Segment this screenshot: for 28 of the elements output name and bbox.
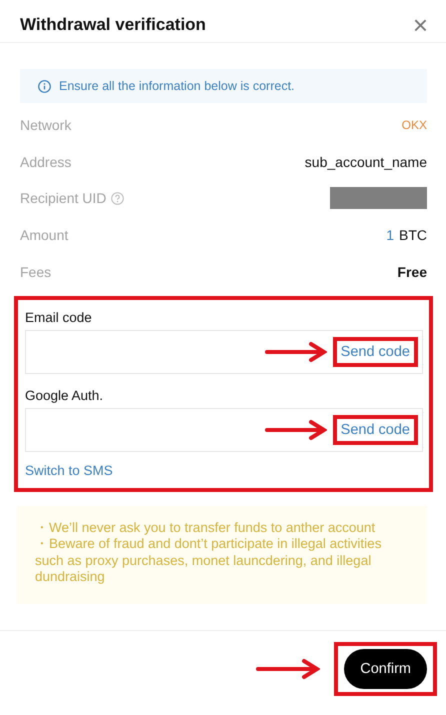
- detail-value: sub_account_name: [304, 154, 427, 170]
- detail-label: Address: [20, 154, 72, 170]
- detail-label: Recipient UID: [20, 190, 106, 206]
- close-button[interactable]: ×: [412, 12, 428, 38]
- field-label: Email code: [25, 310, 93, 325]
- amount-value: 1: [386, 227, 394, 244]
- detail-label: Amount: [20, 227, 68, 244]
- arrow-icon: [264, 418, 327, 441]
- warning-text: ・We’ll never ask you to transfer funds to anther account: [35, 520, 376, 536]
- detail-value: OKX: [402, 118, 427, 132]
- info-icon: [38, 80, 51, 92]
- code-input[interactable]: Send code: [25, 408, 423, 452]
- detail-label: Network: [20, 117, 72, 134]
- arrow-icon: [264, 340, 327, 363]
- detail-label: Fees: [20, 264, 52, 280]
- help-icon[interactable]: [111, 192, 124, 205]
- notice-text: Ensure all the information below is correct.: [59, 79, 295, 93]
- dialog-title: Withdrawal verification: [20, 15, 206, 35]
- code-input[interactable]: Send code: [25, 330, 423, 374]
- arrow-icon: [256, 658, 320, 680]
- switch-sms-link[interactable]: Switch to SMS: [25, 462, 113, 478]
- send-code-button[interactable]: Send code: [332, 414, 418, 445]
- confirm-button[interactable]: Confirm: [344, 648, 427, 689]
- warning-text: ・Beware of fraud and dont’t participate in illegal activities such as proxy purchases, monet launcdering, and illegal dundraising: [35, 536, 382, 586]
- detail-value: Free: [397, 264, 427, 280]
- send-code-button[interactable]: Send code: [332, 336, 418, 367]
- field-label: Google Auth.: [25, 388, 104, 403]
- amount-unit: BTC: [399, 227, 427, 244]
